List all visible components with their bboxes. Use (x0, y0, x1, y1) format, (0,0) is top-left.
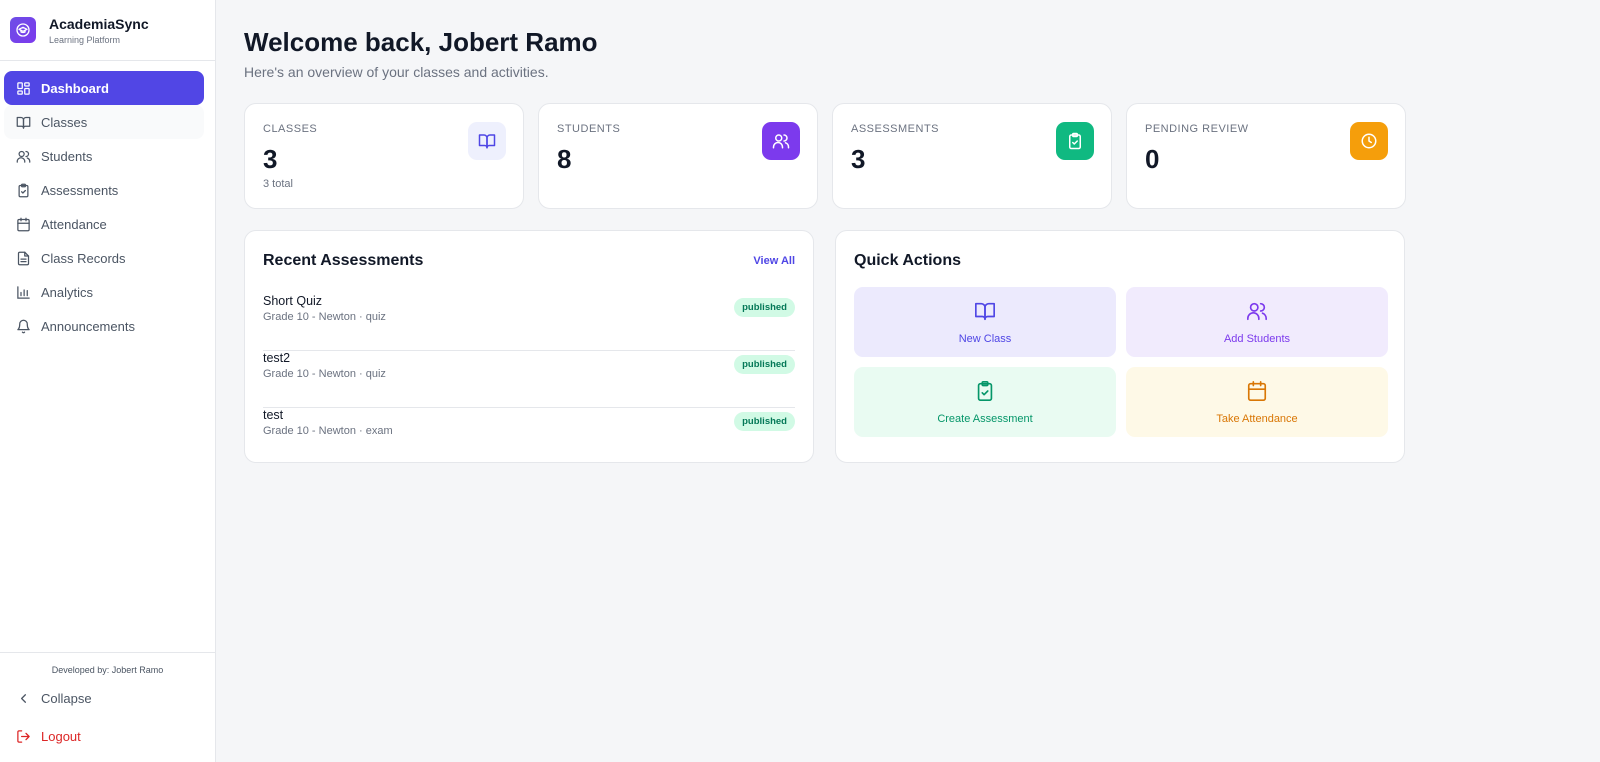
brand-name: AcademiaSync (49, 15, 149, 32)
stat-value: 8 (557, 144, 572, 174)
developer-credit: Developed by: Jobert Ramo (51, 665, 164, 675)
stat-label: CLASSES (263, 123, 318, 135)
quick-actions-panel: Quick Actions New Class Add Students Cre… (835, 230, 1405, 463)
sidebar-item-dashboard[interactable]: Dashboard (4, 71, 204, 105)
stat-label: STUDENTS (557, 123, 621, 135)
assessment-row[interactable]: test Grade 10 - Newton · exam published (263, 408, 795, 465)
sidebar-item-label: Attendance (41, 216, 107, 232)
panel-title: Quick Actions (854, 252, 961, 269)
logout-icon (15, 728, 31, 744)
clock-icon (1350, 122, 1388, 160)
stat-label: PENDING REVIEW (1145, 123, 1249, 135)
sidebar-nav: Dashboard Classes Students Assessments A… (0, 61, 215, 343)
sidebar-item-class-records[interactable]: Class Records (4, 241, 204, 275)
stat-card-classes: CLASSES 3 3 total (244, 103, 524, 209)
assessment-name: test2 (263, 351, 291, 365)
calendar-icon (1246, 380, 1268, 407)
stat-value: 0 (1145, 144, 1160, 174)
brand-subtitle: Learning Platform (49, 34, 121, 45)
users-icon (15, 148, 31, 164)
chevron-left-icon (15, 690, 31, 706)
users-icon (1246, 300, 1268, 327)
dashboard-icon (15, 80, 31, 96)
stat-note: 3 total (263, 178, 293, 190)
bell-icon (15, 318, 31, 334)
assessment-name: test (263, 408, 284, 422)
sidebar-item-label: Classes (41, 114, 88, 130)
book-icon (15, 114, 31, 130)
quick-action-label: Create Assessment (937, 412, 1033, 425)
sidebar-item-label: Students (41, 148, 93, 164)
quick-action-label: New Class (958, 332, 1012, 345)
sidebar-item-label: Analytics (41, 284, 94, 300)
create-assessment-button[interactable]: Create Assessment (854, 367, 1116, 437)
assessment-meta: Grade 10 - Newton · quiz (263, 311, 386, 323)
clipboard-check-icon (974, 380, 996, 407)
status-badge: published (734, 298, 795, 317)
sidebar-item-assessments[interactable]: Assessments (4, 173, 204, 207)
sidebar-item-label: Assessments (41, 182, 119, 198)
calendar-icon (15, 216, 31, 232)
new-class-button[interactable]: New Class (854, 287, 1116, 357)
collapse-button[interactable]: Collapse (0, 688, 215, 708)
sidebar-item-label: Announcements (41, 318, 135, 334)
assessment-meta: Grade 10 - Newton · exam (263, 425, 393, 437)
brand[interactable]: AcademiaSync Learning Platform (0, 0, 215, 61)
sidebar-footer: Developed by: Jobert Ramo Collapse Logou… (0, 652, 215, 762)
assessment-meta: Grade 10 - Newton · quiz (263, 368, 386, 380)
stat-card-assessments: ASSESSMENTS 3 (832, 103, 1112, 209)
bar-chart-icon (15, 284, 31, 300)
sidebar-item-students[interactable]: Students (4, 139, 204, 173)
clipboard-check-icon (1056, 122, 1094, 160)
sidebar-item-announcements[interactable]: Announcements (4, 309, 204, 343)
take-attendance-button[interactable]: Take Attendance (1126, 367, 1388, 437)
sidebar-item-classes[interactable]: Classes (4, 105, 204, 139)
file-text-icon (15, 250, 31, 266)
graduation-cap-icon (10, 17, 36, 43)
users-icon (762, 122, 800, 160)
assessment-row[interactable]: test2 Grade 10 - Newton · quiz published (263, 351, 795, 408)
assessment-name: Short Quiz (263, 294, 323, 308)
quick-action-label: Take Attendance (1216, 412, 1298, 425)
sidebar-item-label: Class Records (41, 250, 126, 266)
sidebar: AcademiaSync Learning Platform Dashboard… (0, 0, 216, 762)
quick-action-label: Add Students (1223, 332, 1291, 345)
recent-assessments-panel: Recent Assessments View All Short Quiz G… (244, 230, 814, 463)
sidebar-item-analytics[interactable]: Analytics (4, 275, 204, 309)
stat-value: 3 (851, 144, 866, 174)
logout-label: Logout (41, 728, 81, 744)
clipboard-check-icon (15, 182, 31, 198)
stat-value: 3 (263, 144, 278, 174)
view-all-link[interactable]: View All (753, 255, 795, 267)
logout-button[interactable]: Logout (0, 726, 215, 746)
collapse-label: Collapse (41, 690, 92, 706)
page-subtitle: Here's an overview of your classes and a… (244, 64, 549, 80)
status-badge: published (734, 412, 795, 431)
page-title: Welcome back, Jobert Ramo (244, 27, 598, 57)
sidebar-item-attendance[interactable]: Attendance (4, 207, 204, 241)
book-icon (974, 300, 996, 327)
add-students-button[interactable]: Add Students (1126, 287, 1388, 357)
assessment-row[interactable]: Short Quiz Grade 10 - Newton · quiz publ… (263, 294, 795, 351)
status-badge: published (734, 355, 795, 374)
stat-label: ASSESSMENTS (851, 123, 940, 135)
book-icon (468, 122, 506, 160)
stat-card-students: STUDENTS 8 (538, 103, 818, 209)
stat-card-pending-review: PENDING REVIEW 0 (1126, 103, 1406, 209)
sidebar-item-label: Dashboard (41, 80, 109, 96)
panel-title: Recent Assessments (263, 252, 424, 269)
